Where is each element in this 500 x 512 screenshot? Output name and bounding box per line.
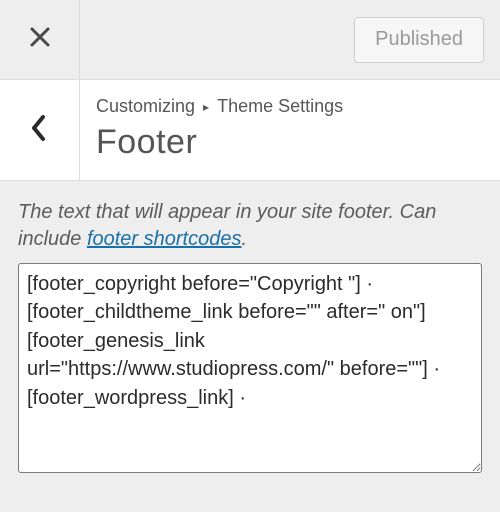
section-title: Footer	[96, 123, 482, 162]
close-icon	[28, 25, 52, 54]
field-description: The text that will appear in your site f…	[0, 181, 500, 263]
footer-shortcodes-link[interactable]: footer shortcodes	[87, 228, 242, 250]
breadcrumb: Customizing ▸ Theme Settings	[96, 96, 482, 117]
footer-text-textarea[interactable]	[18, 263, 482, 473]
customizer-topbar: Published	[0, 0, 500, 80]
footer-text-field-wrap	[0, 263, 500, 496]
breadcrumb-root: Customizing	[96, 96, 195, 117]
chevron-left-icon	[30, 114, 50, 147]
breadcrumb-current: Theme Settings	[217, 96, 343, 117]
topbar-spacer	[80, 0, 354, 79]
close-button[interactable]	[0, 0, 80, 79]
published-label: Published	[375, 28, 463, 51]
breadcrumb-separator-icon: ▸	[203, 100, 209, 114]
published-status-button[interactable]: Published	[354, 17, 484, 63]
section-header-row: Customizing ▸ Theme Settings Footer	[0, 80, 500, 181]
section-header-body: Customizing ▸ Theme Settings Footer	[80, 80, 500, 180]
back-button[interactable]	[0, 80, 80, 180]
desc-post: .	[241, 228, 247, 250]
